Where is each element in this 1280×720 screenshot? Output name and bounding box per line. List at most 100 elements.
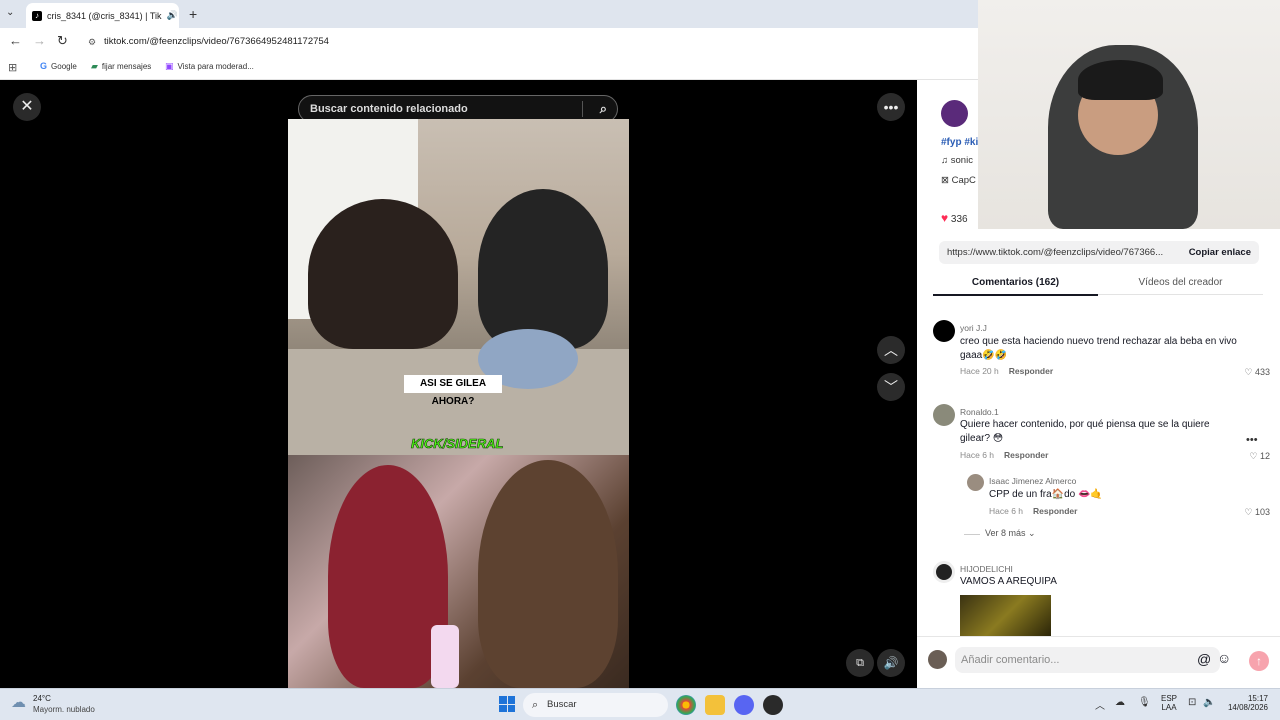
bookmark-label: Google xyxy=(51,62,77,71)
effect-row[interactable]: ⊠ CapC xyxy=(941,175,976,186)
effect-icon: ⊠ xyxy=(941,175,952,186)
weather-icon[interactable]: ☁ xyxy=(11,693,26,711)
likes-row[interactable]: ♥ 336 xyxy=(941,211,968,225)
comment-meta: Hace 20 h Responder xyxy=(960,366,1053,376)
video-frame-bottom[interactable] xyxy=(288,455,629,688)
reply-button[interactable]: Responder xyxy=(1009,366,1053,376)
tab-creator-videos[interactable]: Vídeos del creador xyxy=(1098,272,1263,295)
tab-list-icon[interactable]: ⌄ xyxy=(6,7,14,18)
browser-tab[interactable]: ♪ cris_8341 (@cris_8341) | Tik 🔊 ✕ xyxy=(26,3,179,28)
comment-likes[interactable]: ♡ 103 xyxy=(1244,507,1270,518)
heart-outline-icon: ♡ xyxy=(1249,451,1260,461)
comment-username[interactable]: Ronaldo.1 xyxy=(960,407,999,417)
apps-grid-icon[interactable]: ⊞ xyxy=(8,61,17,74)
comment-item: HIJODELICHI VAMOS A AREQUIPA xyxy=(932,561,1272,636)
obs-icon[interactable] xyxy=(763,695,783,715)
music-row[interactable]: ♫ sonic xyxy=(941,155,973,166)
bookmark-google[interactable]: G Google xyxy=(40,61,77,72)
avatar[interactable] xyxy=(967,474,984,491)
weather-desc[interactable]: Mayorm. nublado xyxy=(33,705,95,714)
back-icon[interactable]: ← xyxy=(9,33,22,48)
avatar[interactable] xyxy=(933,320,955,342)
copy-link-button[interactable]: Copiar enlace xyxy=(1189,241,1251,264)
streamer-hair xyxy=(1078,60,1163,100)
keyboard-layout: LAA xyxy=(1161,703,1177,712)
site-info-icon[interactable]: ⚙ xyxy=(88,32,96,52)
volume-icon[interactable]: 🔊 xyxy=(877,649,905,677)
url-field[interactable]: ⚙ tiktok.com/@feenzclips/video/767366495… xyxy=(86,32,976,52)
woman-figure xyxy=(308,199,458,349)
file-explorer-icon[interactable] xyxy=(705,695,725,715)
more-options-icon[interactable]: ••• xyxy=(877,93,905,121)
chrome-icon[interactable] xyxy=(676,695,696,715)
bookmark-label: fijar mensajes xyxy=(101,62,152,71)
google-icon: G xyxy=(40,61,48,71)
tab-audio-icon[interactable]: 🔊 xyxy=(167,10,178,21)
bookmark-vista-moderador[interactable]: ▣ Vista para moderad... xyxy=(165,61,254,72)
windows-start-icon[interactable] xyxy=(499,696,515,712)
like-count: 103 xyxy=(1254,507,1270,517)
next-video-icon[interactable]: ﹀ xyxy=(877,373,905,401)
comment-item: Ronaldo.1 Quiere hacer contenido, por qu… xyxy=(932,404,1272,464)
video-caption: ASI SE GILEA AHORA? xyxy=(404,375,502,407)
comment-input[interactable]: Añadir comentario... xyxy=(955,647,1220,673)
emoji-icon[interactable]: ☺ xyxy=(1217,650,1231,666)
creator-avatar[interactable] xyxy=(941,100,968,127)
comment-username[interactable]: yori J.J xyxy=(960,323,987,333)
man-robe-figure xyxy=(478,460,618,688)
discord-icon[interactable] xyxy=(734,695,754,715)
comment-placeholder: Añadir comentario... xyxy=(961,654,1060,666)
floating-player-icon[interactable]: ⧉ xyxy=(846,649,874,677)
weather-temp[interactable]: 24°C xyxy=(33,694,51,703)
close-icon[interactable]: ✕ xyxy=(13,93,41,121)
send-icon[interactable]: ↑ xyxy=(1249,651,1269,671)
comment-meta: Hace 6 h Responder xyxy=(960,450,1048,460)
forward-icon[interactable]: → xyxy=(33,33,46,48)
heart-outline-icon: ♡ xyxy=(1244,507,1255,517)
like-count: 433 xyxy=(1254,367,1270,377)
comment-username[interactable]: HIJODELICHI xyxy=(960,564,1013,574)
heart-icon: ♥ xyxy=(941,211,949,225)
reply-username[interactable]: Isaac Jimenez Almerco xyxy=(989,476,1076,486)
speaker-icon[interactable]: 🔈 xyxy=(1203,697,1215,708)
new-tab-icon[interactable]: + xyxy=(189,6,197,22)
comment-more-icon[interactable]: ••• xyxy=(1246,434,1258,446)
avatar[interactable] xyxy=(933,404,955,426)
mention-icon[interactable]: @ xyxy=(1197,651,1211,667)
twitch-icon: ▣ xyxy=(165,61,174,71)
share-link-box[interactable]: https://www.tiktok.com/@feenzclips/video… xyxy=(939,241,1259,264)
windows-taskbar: ☁ 24°C Mayorm. nublado ⌕ Buscar ︿ ☁ 🎙 ES… xyxy=(0,688,1280,720)
avatar[interactable] xyxy=(933,561,955,583)
tiktok-favicon-icon: ♪ xyxy=(32,10,42,21)
cloud-sync-icon[interactable]: ☁ xyxy=(1115,697,1125,708)
tab-comments[interactable]: Comentarios (162) xyxy=(933,272,1098,296)
comment-time: Hace 20 h xyxy=(960,366,999,376)
taskbar-search[interactable]: ⌕ Buscar xyxy=(523,693,668,717)
search-icon: ⌕ xyxy=(532,699,539,711)
reply-button[interactable]: Responder xyxy=(1004,450,1048,460)
woman-dress-figure xyxy=(328,465,448,688)
comment-likes[interactable]: ♡ 12 xyxy=(1249,451,1270,462)
hashtags[interactable]: #fyp #ki xyxy=(941,137,978,148)
clock-date: 14/08/2026 xyxy=(1227,703,1268,712)
previous-video-icon[interactable]: ︿ xyxy=(877,336,905,364)
view-more-replies[interactable]: Ver 8 más ⌄ xyxy=(985,528,1036,539)
address-bar-row: ← → ↻ ⚙ tiktok.com/@feenzclips/video/767… xyxy=(0,28,978,55)
share-link-text: https://www.tiktok.com/@feenzclips/video… xyxy=(947,247,1164,258)
like-count: 12 xyxy=(1259,451,1270,461)
search-divider xyxy=(582,101,583,117)
url-text: tiktok.com/@feenzclips/video/76736649524… xyxy=(104,36,329,47)
comment-likes[interactable]: ♡ 433 xyxy=(1244,367,1270,378)
view-more-label: Ver 8 más xyxy=(985,528,1026,538)
reload-icon[interactable]: ↻ xyxy=(57,33,68,49)
reply-button[interactable]: Responder xyxy=(1033,506,1077,516)
comment-time: Hace 6 h xyxy=(989,506,1024,516)
microphone-icon[interactable]: 🎙 xyxy=(1138,697,1151,708)
bookmark-fijar-mensajes[interactable]: ▰ fijar mensajes xyxy=(91,62,152,72)
network-icon[interactable]: ⊡ xyxy=(1188,697,1196,708)
comment-image[interactable] xyxy=(960,595,1051,636)
clock[interactable]: 15:17 14/08/2026 xyxy=(1222,694,1268,712)
chevron-down-icon: ⌄ xyxy=(1028,528,1036,538)
language-indicator[interactable]: ESP LAA xyxy=(1161,694,1177,712)
tray-chevron-up-icon[interactable]: ︿ xyxy=(1095,697,1105,712)
